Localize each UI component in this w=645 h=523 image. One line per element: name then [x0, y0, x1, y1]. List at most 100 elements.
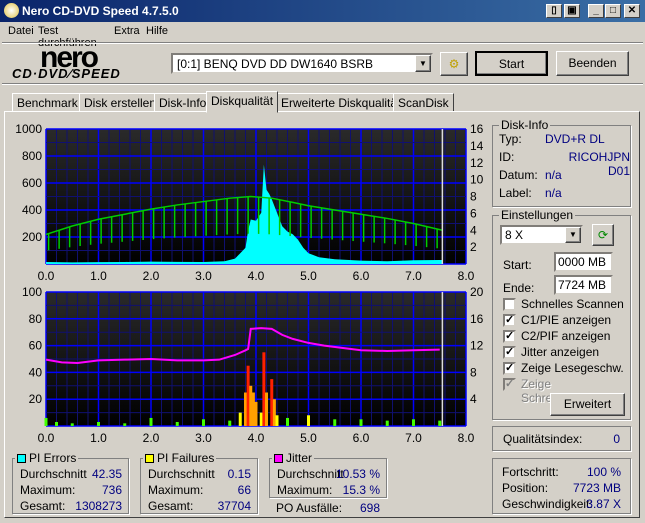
pi-errors-avg-label: Durchschnitt	[20, 467, 87, 481]
y-tick-label: 80	[29, 312, 43, 326]
checkbox-label: Zeige Lesegeschw.	[521, 361, 624, 375]
pi-failures-bar	[249, 385, 253, 426]
checkbox-4[interactable]: ✓	[503, 362, 516, 375]
pi-failures-bar	[438, 420, 442, 426]
x-tick-label: 3.0	[195, 269, 212, 283]
pi-failures-bar	[70, 423, 74, 426]
y2-tick-label: 12	[470, 156, 484, 170]
x-tick-label: 1.0	[90, 269, 107, 283]
pi-failures-bar	[55, 421, 58, 426]
pi-errors-max: 736	[101, 483, 122, 497]
settings-title: Einstellungen	[499, 208, 576, 222]
y-tick-label: 20	[29, 392, 43, 406]
y2-tick-label: 10	[470, 173, 484, 187]
chevron-down-icon[interactable]: ▼	[565, 227, 581, 243]
checkbox-2[interactable]: ✓	[503, 330, 516, 343]
y-tick-label: 1000	[15, 122, 42, 136]
y-tick-label: 100	[22, 285, 42, 299]
pi-failures-bar	[228, 420, 232, 426]
x-tick-label: 7.0	[405, 431, 422, 445]
jitter-avg: 10.53 %	[335, 467, 380, 481]
pi-failures-max-label: Maximum:	[148, 483, 204, 497]
pi-failures-bar	[246, 365, 250, 426]
jitter-swatch	[274, 454, 283, 463]
y-tick-label: 200	[22, 230, 42, 244]
x-tick-label: 4.0	[248, 431, 265, 445]
y2-tick-label: 4	[470, 223, 477, 237]
pi-failures-swatch	[145, 454, 154, 463]
x-tick-label: 7.0	[405, 269, 422, 283]
y-tick-label: 60	[29, 339, 43, 353]
pi-failures-bar	[286, 417, 289, 426]
pi-errors-total: 1308273	[75, 499, 122, 513]
pi-failures-bar	[97, 421, 100, 426]
y2-tick-label: 8	[470, 365, 477, 379]
pi-errors-avg: 42.35	[91, 467, 122, 481]
x-tick-label: 0.0	[38, 269, 55, 283]
x-tick-label: 4.0	[248, 269, 265, 283]
label-value: n/a	[545, 186, 562, 200]
label-label: Label:	[499, 186, 532, 200]
tab-diskqualitaet[interactable]: Diskqualität	[206, 91, 279, 113]
type-value: DVD+R DL	[545, 132, 605, 146]
y2-tick-label: 16	[470, 312, 484, 326]
pi-failures-bar	[275, 415, 279, 426]
date-value: n/a	[545, 168, 562, 182]
y-tick-label: 600	[22, 176, 42, 190]
speed-value: 3.87 X	[586, 497, 621, 511]
y2-tick-label: 12	[470, 339, 484, 353]
refresh-icon[interactable]: ⟳	[592, 224, 614, 246]
quality-index-value: 0	[613, 432, 620, 446]
y2-tick-label: 16	[470, 122, 484, 136]
y2-tick-label: 4	[470, 392, 477, 406]
jitter-title: Jitter	[272, 451, 315, 465]
pi-failures-bar	[149, 417, 153, 426]
x-tick-label: 5.0	[300, 269, 317, 283]
end-input[interactable]: 7724 MB	[554, 275, 613, 295]
pi-failures-bar	[333, 419, 337, 426]
checkbox-label: C1/PIE anzeigen	[521, 313, 612, 327]
checkbox-label: Schnelles Scannen	[521, 297, 624, 311]
y2-tick-label: 14	[470, 139, 484, 153]
quality-index-label: Qualitätsindex:	[503, 432, 583, 446]
disk-info-group: Disk-Info Typ: DVD+R DL ID: RICOHJPN D01…	[492, 118, 631, 207]
checkbox-3[interactable]: ✓	[503, 346, 516, 359]
x-tick-label: 6.0	[353, 269, 370, 283]
jitter-group: Jitter Durchschnitt 10.53 % Maximum: 15.…	[269, 451, 387, 498]
pi-errors-title: PI Errors	[15, 451, 79, 465]
pi-errors-total-label: Gesamt:	[20, 499, 66, 513]
pi-failures-max: 66	[237, 483, 251, 497]
speed-select-value: 8 X	[505, 228, 524, 242]
pi-failures-bar	[259, 412, 263, 426]
advanced-button[interactable]: Erweitert	[550, 393, 625, 416]
pi-failures-avg-label: Durchschnitt	[148, 467, 215, 481]
type-label: Typ:	[499, 132, 522, 146]
jitter-max: 15.3 %	[342, 483, 380, 497]
y2-tick-label: 8	[470, 190, 477, 204]
progress-group: Fortschritt: 100 % Position: 7723 MB Ges…	[492, 458, 631, 514]
pi-failures-group: PI Failures Durchschnitt 0.15 Maximum: 6…	[140, 451, 258, 514]
y-tick-label: 400	[22, 203, 42, 217]
x-tick-label: 2.0	[143, 431, 160, 445]
x-tick-label: 5.0	[300, 431, 317, 445]
pi-failures-total-label: Gesamt:	[148, 499, 194, 513]
y-tick-label: 40	[29, 365, 43, 379]
settings-group: Einstellungen 8 X ▼ ⟳ Start: 0000 MB End…	[492, 208, 631, 420]
checkbox-5: ✓	[503, 378, 516, 391]
pi-errors-group: PI Errors Durchschnitt 42.35 Maximum: 73…	[12, 451, 129, 514]
speed-select[interactable]: 8 X ▼	[500, 225, 583, 245]
checkbox-0[interactable]	[503, 298, 516, 311]
pi-failures-bar	[251, 392, 255, 426]
jitter-max-label: Maximum:	[277, 483, 333, 497]
pi-failures-bar	[412, 419, 415, 426]
start-input[interactable]: 0000 MB	[554, 252, 613, 272]
pi-failures-bar	[175, 421, 179, 426]
pi-failures-total: 37704	[217, 499, 251, 513]
checkbox-1[interactable]: ✓	[503, 314, 516, 327]
checkbox-label: C2/PIF anzeigen	[521, 329, 611, 343]
pi-errors-swatch	[17, 454, 26, 463]
pi-failures-bar	[254, 401, 258, 426]
id-label: ID:	[499, 150, 515, 164]
progress-value: 100 %	[586, 465, 621, 479]
pi-failures-avg: 0.15	[227, 467, 251, 481]
